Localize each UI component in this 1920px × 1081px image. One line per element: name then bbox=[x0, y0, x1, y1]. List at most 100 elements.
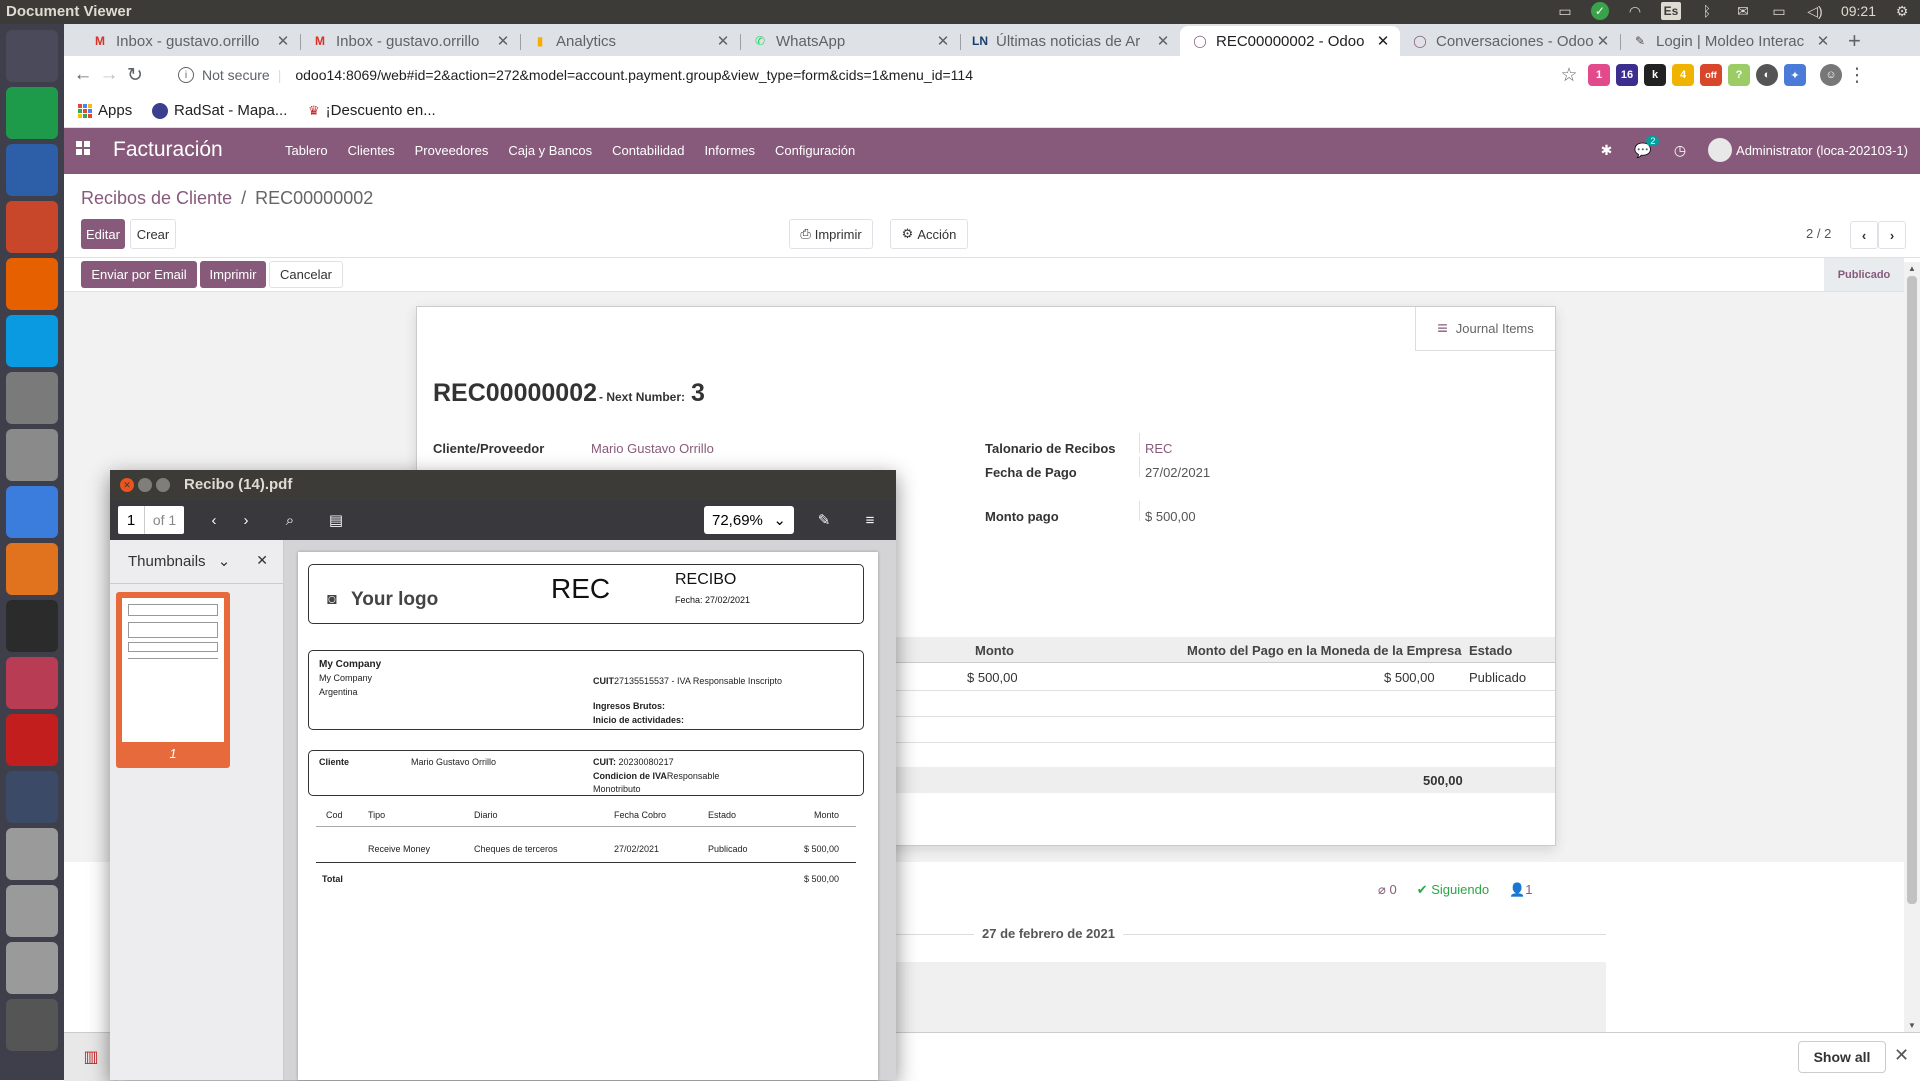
partner-field[interactable]: Mario Gustavo Orrillo bbox=[591, 441, 714, 456]
ubuntu-dash-icon[interactable] bbox=[6, 30, 58, 82]
app-name[interactable]: Facturación bbox=[113, 138, 223, 162]
browser-tab[interactable]: ◯ REC00000002 - Odoo ✕ bbox=[1180, 26, 1400, 56]
files-icon[interactable] bbox=[6, 429, 58, 481]
profile-avatar[interactable]: ☺ bbox=[1820, 64, 1842, 86]
tab-close-icon[interactable]: ✕ bbox=[1594, 32, 1612, 50]
attachments-button[interactable]: ⌀ 0 bbox=[1378, 882, 1397, 898]
close-icon[interactable]: ✕ bbox=[1894, 1045, 1909, 1066]
app-icon[interactable] bbox=[6, 657, 58, 709]
main-menu-item[interactable]: Informes bbox=[704, 143, 755, 158]
journal-items-button[interactable]: ≡ Journal Items bbox=[1415, 307, 1555, 351]
security-label[interactable]: Not secure bbox=[202, 67, 270, 83]
scroll-down-icon[interactable]: ▼ bbox=[1908, 1021, 1916, 1030]
keyboard-layout-indicator[interactable]: Es bbox=[1660, 2, 1681, 20]
annotate-icon[interactable]: ✎ bbox=[810, 506, 838, 534]
back-icon[interactable]: ← bbox=[70, 62, 96, 88]
new-tab-button[interactable]: + bbox=[1848, 28, 1861, 54]
tab-close-icon[interactable]: ✕ bbox=[934, 32, 952, 50]
main-menu-item[interactable]: Tablero bbox=[285, 143, 328, 158]
url-text[interactable]: odoo14:8069/web#id=2&action=272&model=ac… bbox=[295, 67, 973, 83]
extension-icon-7[interactable]: ◐ bbox=[1756, 64, 1778, 86]
wifi-icon[interactable]: ◠ bbox=[1625, 2, 1645, 20]
browser-tab[interactable]: ▮ Analytics ✕ bbox=[520, 26, 740, 56]
messages-button[interactable]: 💬 2 bbox=[1634, 135, 1660, 159]
main-menu-item[interactable]: Caja y Bancos bbox=[508, 143, 592, 158]
create-button[interactable]: Crear bbox=[130, 219, 176, 249]
breadcrumb-parent-link[interactable]: Recibos de Cliente bbox=[81, 188, 232, 208]
main-menu-item[interactable]: Configuración bbox=[775, 143, 855, 158]
next-page-icon[interactable]: › bbox=[232, 506, 260, 534]
usb-drive-icon[interactable] bbox=[6, 999, 58, 1051]
extension-icon-8[interactable]: ✦ bbox=[1784, 64, 1806, 86]
sidebar-mode-select[interactable]: Thumbnails ⌄ bbox=[128, 552, 230, 570]
show-all-downloads-button[interactable]: Show all bbox=[1798, 1041, 1886, 1073]
mail-icon[interactable]: ✉ bbox=[1733, 2, 1753, 20]
libreoffice-writer-icon[interactable] bbox=[6, 144, 58, 196]
follow-button[interactable]: ✔ Siguiendo bbox=[1417, 882, 1489, 898]
window-minimize-icon[interactable] bbox=[138, 478, 152, 492]
drive-icon[interactable] bbox=[6, 828, 58, 880]
drive-icon-2[interactable] bbox=[6, 885, 58, 937]
clock[interactable]: 09:21 bbox=[1841, 3, 1876, 19]
pdf-window-titlebar[interactable]: ✕ Recibo (14).pdf bbox=[110, 470, 896, 500]
search-icon[interactable]: ⌕ bbox=[276, 506, 304, 534]
page-scrollbar[interactable]: ▲ ▼ bbox=[1904, 262, 1920, 1032]
chrome-menu-icon[interactable]: ⋮ bbox=[1844, 62, 1870, 88]
window-maximize-icon[interactable] bbox=[156, 478, 170, 492]
battery-icon[interactable]: ▭ bbox=[1769, 2, 1789, 20]
column-header-amount[interactable]: Monto bbox=[975, 643, 1014, 658]
scroll-up-icon[interactable]: ▲ bbox=[1908, 264, 1916, 273]
tab-close-icon[interactable]: ✕ bbox=[494, 32, 512, 50]
page-view-icon[interactable]: ▤ bbox=[322, 506, 350, 534]
terminal-icon[interactable] bbox=[6, 600, 58, 652]
firefox-icon[interactable] bbox=[6, 258, 58, 310]
window-close-icon[interactable]: ✕ bbox=[120, 478, 134, 492]
skype-icon[interactable] bbox=[6, 315, 58, 367]
main-menu-item[interactable]: Contabilidad bbox=[612, 143, 684, 158]
action-dropdown-button[interactable]: ⚙ Acción bbox=[890, 219, 968, 249]
close-sidebar-icon[interactable]: ✕ bbox=[256, 552, 268, 569]
libreoffice-impress-icon[interactable] bbox=[6, 201, 58, 253]
payment-date-field[interactable]: 27/02/2021 bbox=[1145, 465, 1210, 480]
pager-previous-button[interactable]: ‹ bbox=[1850, 221, 1878, 249]
bookmark-star-icon[interactable]: ☆ bbox=[1556, 62, 1582, 88]
edit-button[interactable]: Editar bbox=[81, 219, 125, 249]
bookmark-apps[interactable]: Apps bbox=[78, 102, 132, 119]
page-thumbnail[interactable]: 1 bbox=[116, 592, 230, 768]
status-badge[interactable]: Publicado bbox=[1824, 258, 1904, 291]
followers-button[interactable]: 👤1 bbox=[1509, 882, 1532, 898]
extension-icon-6[interactable]: ? bbox=[1728, 64, 1750, 86]
update-check-icon[interactable]: ✓ bbox=[1590, 2, 1609, 20]
chrome-icon[interactable] bbox=[6, 486, 58, 538]
print-dropdown-button[interactable]: ⎙ Imprimir bbox=[789, 219, 873, 249]
print-button[interactable]: Imprimir bbox=[200, 261, 266, 288]
apps-menu-icon[interactable] bbox=[76, 141, 90, 155]
zoom-select[interactable]: 72,69% ⌄ bbox=[704, 506, 794, 534]
extension-icon-2[interactable]: 16 bbox=[1616, 64, 1638, 86]
receipt-book-field[interactable]: REC bbox=[1145, 441, 1172, 456]
browser-tab[interactable]: ✎ Login | Moldeo Interac ✕ bbox=[1620, 26, 1840, 56]
browser-tab[interactable]: ✆ WhatsApp ✕ bbox=[740, 26, 960, 56]
tab-close-icon[interactable]: ✕ bbox=[1154, 32, 1172, 50]
extension-icon-5[interactable]: off bbox=[1700, 64, 1722, 86]
browser-tab[interactable]: M Inbox - gustavo.orrillo ✕ bbox=[300, 26, 520, 56]
send-email-button[interactable]: Enviar por Email bbox=[81, 261, 197, 288]
bookmark-descuento[interactable]: ♛ ¡Descuento en... bbox=[308, 102, 436, 119]
display-icon[interactable]: ▭ bbox=[1555, 2, 1575, 20]
browser-tab[interactable]: LN Últimas noticias de Ar ✕ bbox=[960, 26, 1180, 56]
address-bar[interactable]: i Not secure | odoo14:8069/web#id=2&acti… bbox=[174, 60, 1644, 90]
extension-icon-1[interactable]: 1 bbox=[1588, 64, 1610, 86]
previous-page-icon[interactable]: ‹ bbox=[200, 506, 228, 534]
forward-icon[interactable]: → bbox=[96, 62, 122, 88]
debug-icon[interactable]: ✱ bbox=[1601, 142, 1613, 159]
main-menu-item[interactable]: Proveedores bbox=[415, 143, 489, 158]
amount-field[interactable]: $ 500,00 bbox=[1145, 509, 1196, 524]
document-viewer-icon[interactable] bbox=[6, 714, 58, 766]
tab-close-icon[interactable]: ✕ bbox=[1374, 32, 1392, 50]
page-number-input[interactable]: 1 bbox=[118, 506, 144, 534]
activity-clock-icon[interactable]: ◷ bbox=[1674, 142, 1686, 159]
info-icon[interactable]: i bbox=[178, 67, 194, 83]
reload-icon[interactable]: ↻ bbox=[122, 62, 148, 88]
gear-icon[interactable]: ⚙ bbox=[1892, 2, 1912, 20]
bluetooth-icon[interactable]: ᛒ bbox=[1697, 2, 1717, 20]
